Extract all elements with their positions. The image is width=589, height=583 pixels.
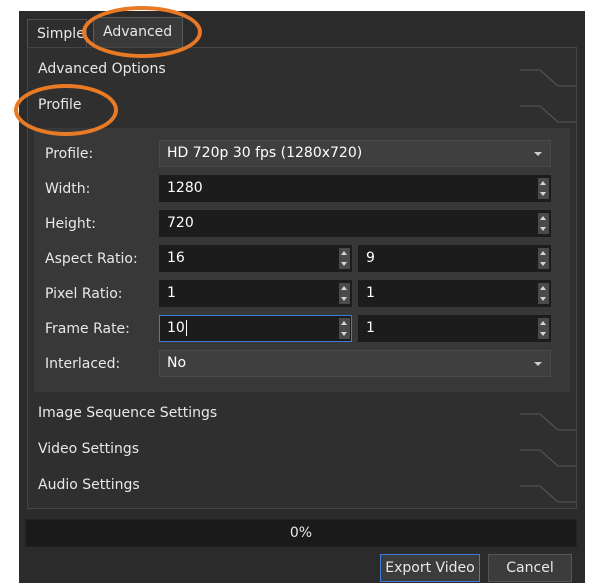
aspect-numerator-spinner[interactable]	[339, 248, 350, 269]
width-value: 1280	[167, 180, 203, 196]
spin-down-icon[interactable]	[540, 332, 546, 336]
tab-advanced-label: Advanced	[103, 24, 173, 40]
height-input[interactable]: 720	[159, 210, 551, 237]
spin-down-icon[interactable]	[341, 332, 347, 336]
interlaced-label: Interlaced:	[45, 356, 121, 372]
aspect-ratio-denominator-input[interactable]: 9	[358, 245, 551, 272]
spin-up-icon[interactable]	[540, 216, 546, 220]
frame-rate-denominator-input[interactable]: 1	[358, 315, 551, 342]
aspect-ratio-numerator-input[interactable]: 16	[159, 245, 352, 272]
export-dialog: Simple Advanced Advanced Options Profile…	[19, 11, 585, 583]
export-video-button[interactable]: Export Video	[380, 554, 480, 582]
pixel-denominator-spinner[interactable]	[538, 283, 549, 304]
section-collapse-icon	[520, 449, 576, 467]
cancel-button[interactable]: Cancel	[488, 554, 572, 582]
spin-up-icon[interactable]	[540, 181, 546, 185]
width-input[interactable]: 1280	[159, 175, 551, 202]
width-spinner[interactable]	[538, 178, 549, 199]
section-profile-label: Profile	[38, 97, 82, 113]
section-audio-label: Audio Settings	[38, 477, 140, 493]
frame-denominator-spinner[interactable]	[538, 318, 549, 339]
profile-row: Profile: HD 720p 30 fps (1280x720)	[34, 140, 570, 168]
interlaced-row: Interlaced: No	[34, 350, 570, 378]
spin-up-icon[interactable]	[341, 251, 347, 255]
frame-rate-numerator-input[interactable]: 10	[159, 315, 352, 342]
height-spinner[interactable]	[538, 213, 549, 234]
pixel-ratio-label: Pixel Ratio:	[45, 286, 123, 302]
section-advanced-options-label: Advanced Options	[38, 61, 166, 77]
spin-down-icon[interactable]	[341, 262, 347, 266]
section-image-sequence-label: Image Sequence Settings	[38, 405, 218, 421]
section-collapse-icon	[520, 413, 576, 431]
cancel-button-label: Cancel	[506, 560, 554, 576]
aspect-ratio-denominator-value: 9	[366, 250, 375, 266]
spin-up-icon[interactable]	[341, 321, 347, 325]
pixel-numerator-spinner[interactable]	[339, 283, 350, 304]
section-profile[interactable]: Profile	[28, 88, 576, 124]
section-audio[interactable]: Audio Settings	[28, 468, 576, 504]
frame-rate-numerator-value: 10	[167, 320, 185, 336]
section-collapse-icon	[520, 485, 576, 503]
profile-label: Profile:	[45, 146, 94, 162]
text-caret	[185, 320, 187, 336]
aspect-ratio-label: Aspect Ratio:	[45, 251, 138, 267]
spin-up-icon[interactable]	[540, 251, 546, 255]
spin-down-icon[interactable]	[540, 262, 546, 266]
spin-down-icon[interactable]	[341, 297, 347, 301]
spin-up-icon[interactable]	[540, 286, 546, 290]
frame-rate-label: Frame Rate:	[45, 321, 130, 337]
interlaced-select[interactable]: No	[159, 350, 551, 377]
export-progress-bar: 0%	[25, 519, 577, 547]
tab-simple-label: Simple	[37, 26, 85, 42]
pixel-ratio-row: Pixel Ratio: 1 1	[34, 280, 570, 308]
aspect-ratio-numerator-value: 16	[167, 250, 185, 266]
tab-advanced[interactable]: Advanced	[93, 17, 183, 47]
section-advanced-options[interactable]: Advanced Options	[28, 52, 576, 88]
progress-text: 0%	[289, 525, 313, 541]
frame-rate-row: Frame Rate: 10 1	[34, 315, 570, 343]
pixel-ratio-denominator-input[interactable]: 1	[358, 280, 551, 307]
section-image-sequence[interactable]: Image Sequence Settings	[28, 396, 576, 432]
spin-up-icon[interactable]	[341, 286, 347, 290]
pixel-ratio-denominator-value: 1	[366, 285, 375, 301]
height-row: Height: 720	[34, 210, 570, 238]
interlaced-select-value: No	[167, 355, 187, 371]
height-value: 720	[167, 215, 194, 231]
pixel-ratio-numerator-value: 1	[167, 285, 176, 301]
height-label: Height:	[45, 216, 96, 232]
dropdown-arrow-icon	[534, 362, 542, 366]
spin-down-icon[interactable]	[540, 297, 546, 301]
profile-settings: Profile: HD 720p 30 fps (1280x720) Width…	[34, 128, 570, 392]
profile-select[interactable]: HD 720p 30 fps (1280x720)	[159, 140, 551, 167]
pixel-ratio-numerator-input[interactable]: 1	[159, 280, 352, 307]
width-label: Width:	[45, 181, 91, 197]
dropdown-arrow-icon	[534, 152, 542, 156]
section-video[interactable]: Video Settings	[28, 432, 576, 468]
spin-up-icon[interactable]	[540, 321, 546, 325]
spin-down-icon[interactable]	[540, 192, 546, 196]
frame-rate-denominator-value: 1	[366, 320, 375, 336]
section-video-label: Video Settings	[38, 441, 140, 457]
aspect-ratio-row: Aspect Ratio: 16 9	[34, 245, 570, 273]
frame-numerator-spinner[interactable]	[339, 318, 350, 339]
section-collapse-icon	[520, 105, 576, 123]
advanced-panel: Advanced Options Profile Profile: HD 720…	[27, 47, 577, 509]
section-collapse-icon	[520, 69, 576, 87]
width-row: Width: 1280	[34, 175, 570, 203]
export-video-button-label: Export Video	[385, 560, 475, 576]
aspect-denominator-spinner[interactable]	[538, 248, 549, 269]
profile-select-value: HD 720p 30 fps (1280x720)	[167, 145, 363, 161]
tab-simple[interactable]: Simple	[27, 19, 87, 47]
spin-down-icon[interactable]	[540, 227, 546, 231]
